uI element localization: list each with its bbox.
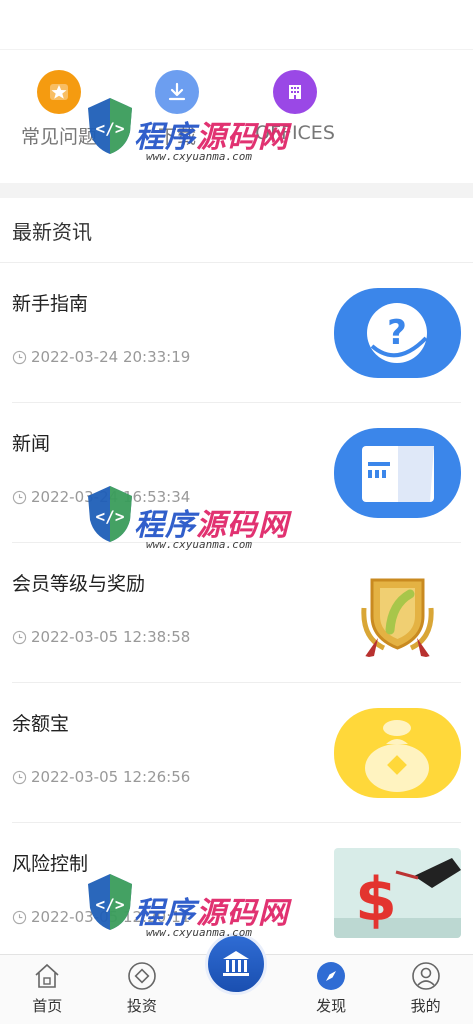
news-title: 新闻 <box>12 433 51 455</box>
newspaper-thumb <box>334 428 461 518</box>
news-item[interactable]: 余额宝 2022-03-05 12:26:56 <box>12 683 461 823</box>
quick-link-label: 常见问题 <box>20 126 97 148</box>
svg-text:$: $ <box>355 865 397 935</box>
tab-home[interactable]: 首页 <box>0 955 95 1024</box>
news-time: 2022-03-05 12:26:56 <box>31 768 191 786</box>
tab-label: 我的 <box>410 997 441 1015</box>
news-list: 新手指南 2022-03-24 20:33:19 ? 新闻 2022-03-24… <box>0 263 473 963</box>
clock-icon <box>12 350 27 364</box>
news-title: 会员等级与奖励 <box>12 573 146 595</box>
quick-link-label: OFFICES <box>255 122 335 144</box>
tab-label: 首页 <box>32 997 63 1015</box>
bank-icon <box>223 951 250 976</box>
news-time: 2022-03-05 12:38:58 <box>31 628 191 646</box>
invest-icon <box>128 962 156 990</box>
star-badge-icon <box>37 70 81 114</box>
quick-link-faq[interactable]: 常见问题 <box>0 70 118 149</box>
news-time: 2022-03-24 20:33:19 <box>31 348 191 366</box>
news-item[interactable]: 新闻 2022-03-24 16:53:34 <box>12 403 461 543</box>
clock-icon <box>12 770 27 784</box>
question-thumb: ? <box>334 288 461 378</box>
quick-link-offices[interactable]: OFFICES <box>236 70 354 144</box>
quick-link-label: 下载 <box>157 126 196 148</box>
news-time: 2022-03-05 12:20:11 <box>31 908 191 926</box>
home-icon <box>35 963 59 988</box>
news-item[interactable]: 会员等级与奖励 2022-03-05 12:38:58 <box>12 543 461 683</box>
compass-icon <box>317 962 346 990</box>
news-heading: 最新资讯 <box>0 198 473 263</box>
quick-links: 常见问题 下载 OFFICES <box>0 50 473 183</box>
news-item[interactable]: 新手指南 2022-03-24 20:33:19 ? <box>12 263 461 403</box>
tab-center[interactable] <box>189 933 284 1024</box>
clock-icon <box>12 490 27 504</box>
user-icon <box>411 962 440 990</box>
top-spacer <box>0 0 473 50</box>
tab-invest[interactable]: 投资 <box>95 955 190 1024</box>
tab-discover[interactable]: 发现 <box>284 955 379 1024</box>
download-icon <box>155 70 199 114</box>
tab-mine[interactable]: 我的 <box>378 955 473 1024</box>
news-title: 风险控制 <box>12 853 89 875</box>
quick-link-download[interactable]: 下载 <box>118 70 236 149</box>
clock-icon <box>12 910 27 924</box>
bottom-tab-bar: 首页 投资 发现 我的 <box>0 933 473 1024</box>
news-title: 余额宝 <box>12 713 70 735</box>
news-time: 2022-03-24 16:53:34 <box>31 488 191 506</box>
tab-label: 发现 <box>316 997 347 1015</box>
section-divider <box>0 183 473 198</box>
svg-text:?: ? <box>387 313 407 353</box>
risk-dollar-thumb: $ <box>334 848 461 938</box>
money-bag-thumb <box>334 708 461 798</box>
building-icon <box>273 70 317 114</box>
tab-label: 投资 <box>126 997 157 1015</box>
clock-icon <box>12 630 27 644</box>
medal-thumb <box>334 568 461 658</box>
news-title: 新手指南 <box>12 293 89 315</box>
